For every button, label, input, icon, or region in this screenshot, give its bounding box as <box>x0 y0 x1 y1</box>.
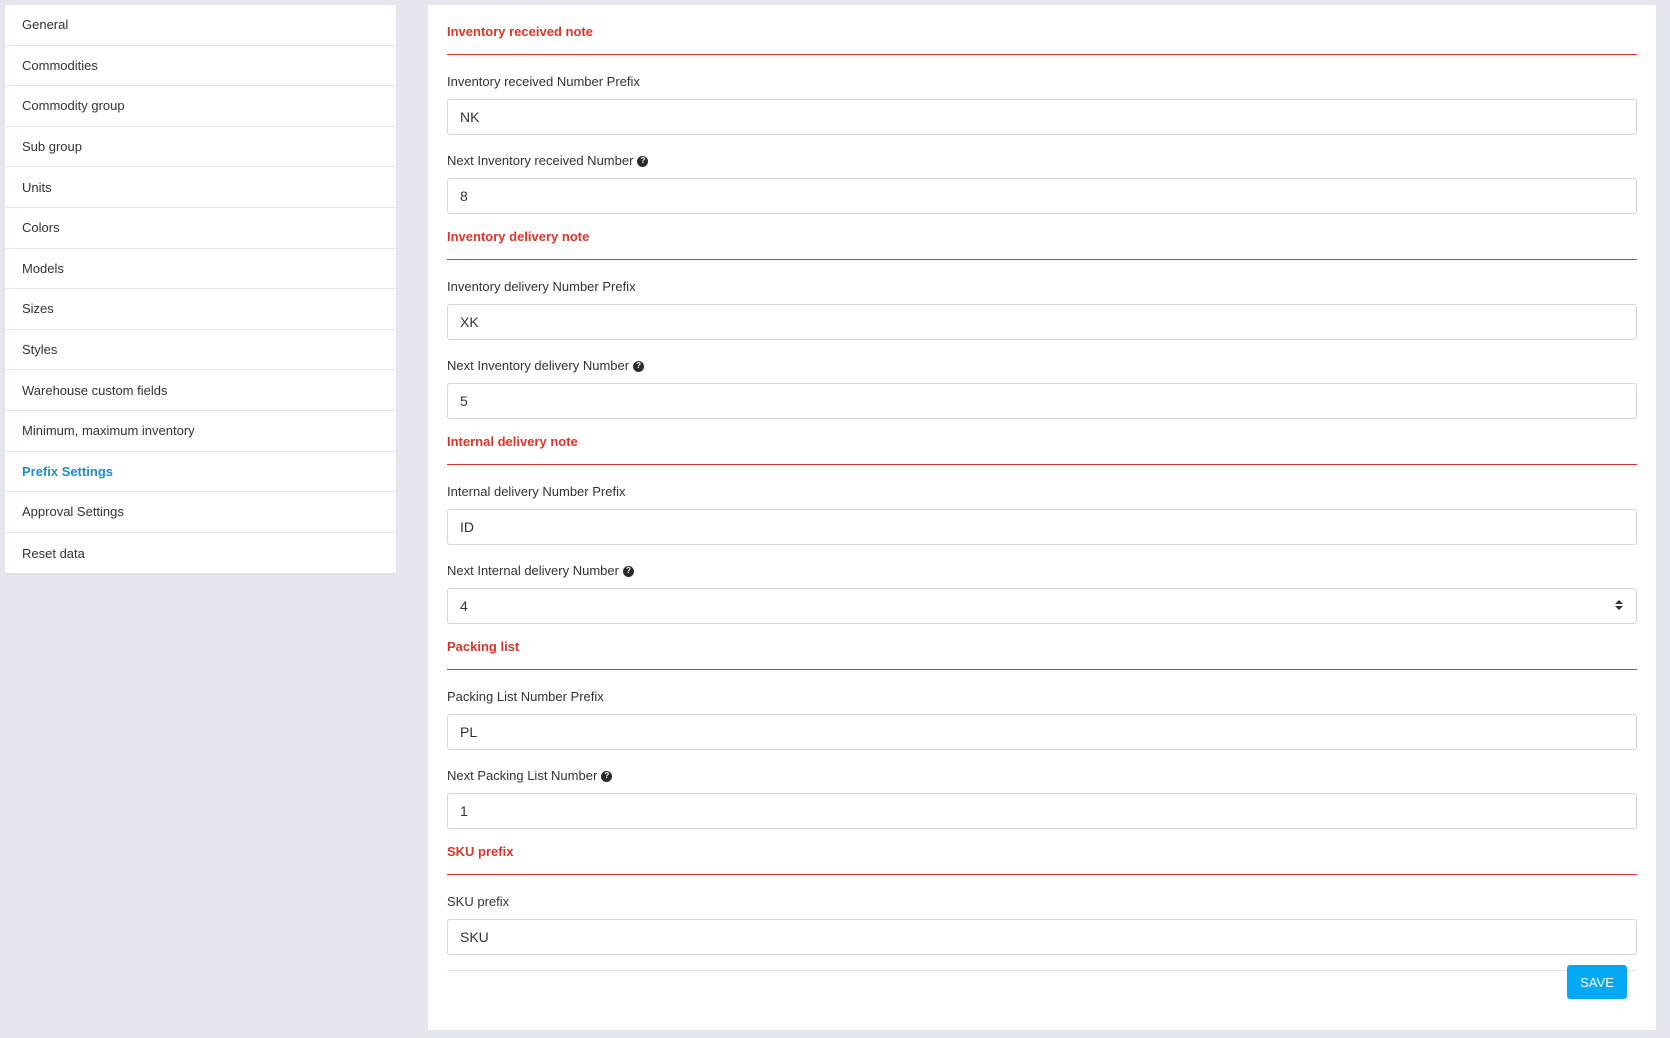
field-label: SKU prefix <box>447 892 1637 912</box>
sidebar-item-label: Commodity group <box>22 98 125 114</box>
field-label: Packing List Number Prefix <box>447 687 1637 707</box>
sidebar-item-label: Units <box>22 179 52 195</box>
sidebar-item-label: Sub group <box>22 139 82 155</box>
save-button[interactable]: SAVE <box>1567 965 1627 999</box>
section-sku-prefix: SKU prefix SKU prefix <box>447 829 1637 955</box>
sidebar-item-label: Styles <box>22 342 58 358</box>
section-inventory-delivery: Inventory delivery note Inventory delive… <box>447 214 1637 419</box>
internal-delivery-prefix-input[interactable] <box>447 509 1637 545</box>
field-label-text: SKU prefix <box>447 894 510 909</box>
sidebar-item-label: Sizes <box>22 301 54 317</box>
sidebar-item-reset-data[interactable]: Reset data <box>5 533 396 574</box>
inventory-delivery-prefix-input[interactable] <box>447 304 1637 340</box>
field-label: Next Internal delivery Number ? <box>447 561 1637 581</box>
spinner-arrows-icon[interactable] <box>1615 599 1623 610</box>
field-label: Next Inventory delivery Number ? <box>447 356 1637 376</box>
sidebar-item-label: Minimum, maximum inventory <box>22 423 195 439</box>
number-input-wrapper <box>447 581 1637 624</box>
sidebar-item-label: General <box>22 17 69 33</box>
section-divider <box>447 874 1637 875</box>
sidebar-item-commodity-group[interactable]: Commodity group <box>5 86 396 127</box>
sidebar-item-warehouse-custom-fields[interactable]: Warehouse custom fields <box>5 370 396 411</box>
section-divider <box>447 259 1637 260</box>
sidebar-item-label: Approval Settings <box>22 504 124 520</box>
section-packing-list: Packing list Packing List Number Prefix … <box>447 624 1637 829</box>
section-divider <box>447 464 1637 465</box>
section-title: Internal delivery note <box>447 434 578 449</box>
sidebar-item-general[interactable]: General <box>5 5 396 46</box>
section-internal-delivery: Internal delivery note Internal delivery… <box>447 419 1637 624</box>
section-title: SKU prefix <box>447 844 514 859</box>
sidebar-item-styles[interactable]: Styles <box>5 330 396 371</box>
sidebar-item-sub-group[interactable]: Sub group <box>5 127 396 168</box>
section-inventory-received: Inventory received note Inventory receiv… <box>447 5 1637 214</box>
section-divider <box>447 669 1637 670</box>
field-label-text: Next Inventory received Number <box>447 153 634 168</box>
sku-prefix-input[interactable] <box>447 919 1637 955</box>
section-title: Packing list <box>447 639 520 654</box>
field-label-text: Next Inventory delivery Number <box>447 358 630 373</box>
question-circle-icon[interactable]: ? <box>601 770 613 782</box>
field-label-text: Next Internal delivery Number <box>447 563 619 578</box>
field-label-text: Inventory received Number Prefix <box>447 74 640 89</box>
sidebar-item-models[interactable]: Models <box>5 249 396 290</box>
question-circle-icon[interactable]: ? <box>622 565 634 577</box>
spinner-up-icon[interactable] <box>1615 599 1623 604</box>
sidebar-item-label: Commodities <box>22 57 98 73</box>
next-internal-delivery-number-input[interactable] <box>447 588 1637 624</box>
next-packing-list-number-input[interactable] <box>447 793 1637 829</box>
field-label: Inventory delivery Number Prefix <box>447 277 1637 297</box>
spinner-down-icon[interactable] <box>1615 605 1623 610</box>
sidebar-item-label: Models <box>22 260 64 276</box>
field-label-text: Inventory delivery Number Prefix <box>447 279 636 294</box>
next-inventory-received-number-input[interactable] <box>447 178 1637 214</box>
settings-sidebar: General Commodities Commodity group Sub … <box>5 5 396 574</box>
next-inventory-delivery-number-input[interactable] <box>447 383 1637 419</box>
field-label-text: Internal delivery Number Prefix <box>447 484 626 499</box>
sidebar-item-min-max-inventory[interactable]: Minimum, maximum inventory <box>5 411 396 452</box>
field-label-text: Next Packing List Number <box>447 768 598 783</box>
sidebar-item-commodities[interactable]: Commodities <box>5 46 396 87</box>
field-label-text: Packing List Number Prefix <box>447 689 604 704</box>
sidebar-item-sizes[interactable]: Sizes <box>5 289 396 330</box>
packing-list-prefix-input[interactable] <box>447 714 1637 750</box>
field-label: Internal delivery Number Prefix <box>447 482 1637 502</box>
sidebar-item-label: Warehouse custom fields <box>22 382 168 398</box>
section-title: Inventory delivery note <box>447 229 590 244</box>
question-circle-icon[interactable]: ? <box>633 360 645 372</box>
field-label: Next Inventory received Number ? <box>447 151 1637 171</box>
section-title: Inventory received note <box>447 24 593 39</box>
field-label: Inventory received Number Prefix <box>447 72 1637 92</box>
sidebar-item-colors[interactable]: Colors <box>5 208 396 249</box>
question-circle-icon[interactable]: ? <box>637 155 649 167</box>
sidebar-item-label: Colors <box>22 220 60 236</box>
sidebar-item-approval-settings[interactable]: Approval Settings <box>5 492 396 533</box>
footer-divider <box>447 970 1637 971</box>
inventory-received-prefix-input[interactable] <box>447 99 1637 135</box>
sidebar-item-prefix-settings[interactable]: Prefix Settings <box>5 452 396 493</box>
field-label: Next Packing List Number ? <box>447 766 1637 786</box>
section-divider <box>447 54 1637 55</box>
prefix-settings-panel: Inventory received note Inventory receiv… <box>428 5 1656 1030</box>
sidebar-item-units[interactable]: Units <box>5 167 396 208</box>
sidebar-item-label: Reset data <box>22 545 85 561</box>
sidebar-item-label: Prefix Settings <box>22 463 114 479</box>
